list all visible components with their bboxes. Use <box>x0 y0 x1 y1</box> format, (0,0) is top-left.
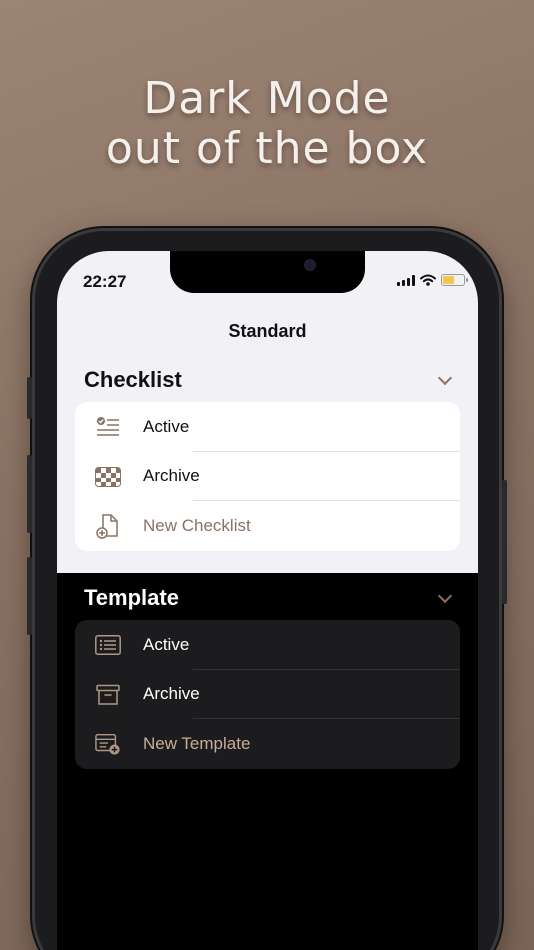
new-template-button[interactable]: New Template <box>75 719 460 769</box>
template-card: Active Archive New Template <box>75 620 460 769</box>
wifi-icon <box>420 274 436 286</box>
new-checklist-button[interactable]: New Checklist <box>75 501 460 551</box>
checkerboard-icon <box>95 464 121 490</box>
checklist-icon <box>95 414 121 440</box>
item-label: Active <box>143 634 190 654</box>
power-button <box>502 480 507 604</box>
list-icon <box>95 632 121 658</box>
status-time: 22:27 <box>83 272 127 291</box>
checklist-card: Active Archive New Checklist <box>75 402 460 551</box>
light-mode-area: 22:27 Standard Checklist Active Archive … <box>57 251 478 573</box>
item-label: Archive <box>143 466 200 486</box>
phone-screen: 22:27 Standard Checklist Active Archive … <box>57 251 478 950</box>
notch <box>170 251 365 293</box>
dark-mode-area: Template Active Archive New Template <box>57 573 478 950</box>
item-label: New Template <box>143 733 251 753</box>
battery-icon <box>441 274 468 286</box>
headline-line-1: Dark Mode <box>143 73 391 124</box>
chevron-down-icon[interactable] <box>437 588 453 603</box>
chevron-down-icon[interactable] <box>437 370 453 385</box>
template-section-title: Template <box>84 585 179 610</box>
side-button <box>27 377 32 419</box>
list-item-checklist-active[interactable]: Active <box>75 402 460 452</box>
camera-icon <box>304 259 316 271</box>
list-item-template-active[interactable]: Active <box>75 620 460 670</box>
headline-line-2: out of the box <box>105 123 429 174</box>
signal-icon <box>397 274 415 286</box>
new-template-icon <box>95 731 121 757</box>
volume-down-button <box>27 557 32 635</box>
list-item-template-archive[interactable]: Archive <box>75 670 460 719</box>
item-label: New Checklist <box>143 515 251 535</box>
archive-box-icon <box>95 682 121 708</box>
nav-title: Standard <box>228 321 307 341</box>
item-label: Active <box>143 416 190 436</box>
template-section-header[interactable]: Template <box>84 585 454 611</box>
checklist-section-title: Checklist <box>84 367 182 392</box>
list-item-checklist-archive[interactable]: Archive <box>75 452 460 501</box>
item-label: Archive <box>143 684 200 704</box>
headline: Dark Mode out of the box <box>0 74 534 174</box>
status-icons <box>397 274 468 286</box>
checklist-section-header[interactable]: Checklist <box>84 367 454 393</box>
new-document-icon <box>95 513 121 539</box>
volume-up-button <box>27 455 32 533</box>
